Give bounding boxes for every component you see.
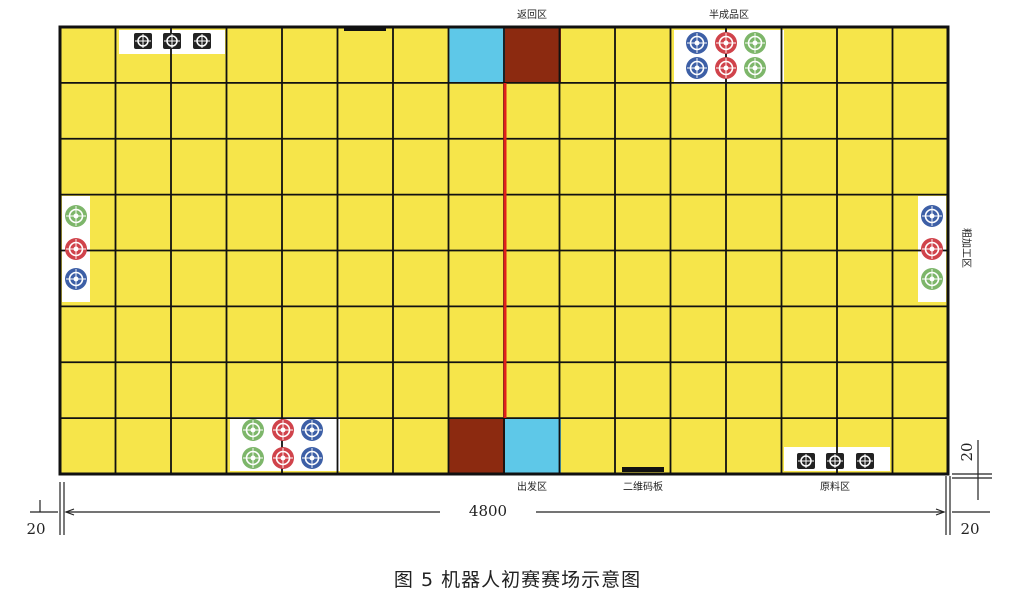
color-ring-icon: [272, 419, 294, 441]
color-ring-icon: [65, 205, 87, 227]
color-ring-icon: [272, 447, 294, 469]
margin-side-value: 20: [958, 442, 976, 461]
color-ring-icon: [715, 32, 737, 54]
color-ring-icon: [65, 238, 87, 260]
return-zone-label: 返回区: [517, 9, 547, 21]
color-ring-icon: [921, 205, 943, 227]
raw-material-block-icon: [826, 453, 844, 469]
raw-material-block-icon: [134, 33, 152, 49]
color-ring-icon: [744, 57, 766, 79]
margin-left-value: 20: [26, 520, 45, 538]
qr-code-board-marker: [622, 467, 664, 472]
raw-material-zone-label: 原料区: [820, 480, 850, 493]
raw-material-block-icon: [193, 33, 211, 49]
color-ring-icon: [301, 447, 323, 469]
return-zone-blue-square: [449, 27, 505, 83]
color-ring-icon: [686, 57, 708, 79]
color-ring-icon: [242, 447, 264, 469]
figure-caption: 图 5 机器人初赛赛场示意图: [393, 569, 642, 591]
raw-material-block-icon: [856, 453, 874, 469]
start-zone-label: 出发区: [517, 480, 547, 493]
rough-processing-zone-label: 粗加工区: [960, 228, 972, 268]
field-diagram: 返回区 半成品区 出发区 二维码板 原料区 粗加工区 4800 20 20 20: [26, 8, 992, 538]
color-ring-icon: [686, 32, 708, 54]
return-zone-brown-square: [505, 27, 561, 83]
color-ring-icon: [242, 419, 264, 441]
raw-material-block-icon: [797, 453, 815, 469]
color-ring-icon: [65, 268, 87, 290]
start-zone-brown-square: [449, 418, 505, 474]
raw-material-block-icon: [163, 33, 181, 49]
color-ring-icon: [744, 32, 766, 54]
color-ring-icon: [921, 238, 943, 260]
qr-code-board-label: 二维码板: [623, 480, 663, 493]
color-ring-icon: [921, 268, 943, 290]
semi-finished-zone-label: 半成品区: [709, 8, 749, 21]
border-marker-top: [344, 26, 386, 31]
start-zone-blue-square: [505, 418, 561, 474]
width-dimension-value: 4800: [469, 502, 507, 520]
color-ring-icon: [301, 419, 323, 441]
margin-right-value: 20: [960, 520, 979, 538]
color-ring-icon: [715, 57, 737, 79]
